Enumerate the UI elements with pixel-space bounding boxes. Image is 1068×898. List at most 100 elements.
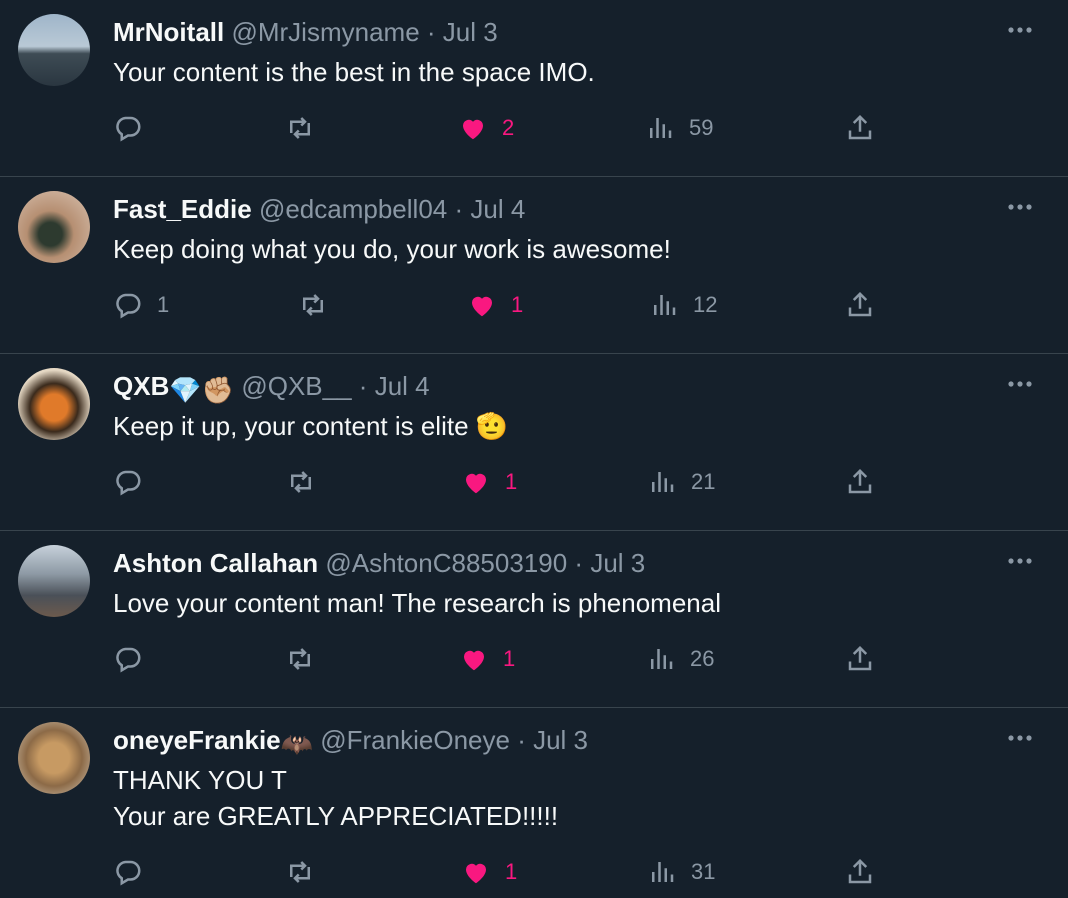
avatar[interactable] bbox=[18, 191, 90, 263]
share-button[interactable] bbox=[845, 852, 875, 892]
views-button[interactable]: 59 bbox=[645, 108, 713, 148]
tweet-header: oneyeFrankie🦇 @FrankieOneye · Jul 3 bbox=[113, 724, 588, 760]
more-options-icon[interactable] bbox=[1006, 551, 1034, 571]
retweet-button[interactable] bbox=[298, 285, 328, 325]
tweet[interactable]: QXB💎✊🏼 @QXB__ · Jul 4 Keep it up, your c… bbox=[0, 354, 1068, 531]
tweet-text: Keep doing what you do, your work is awe… bbox=[113, 231, 671, 267]
reply-icon bbox=[116, 647, 141, 673]
view-count: 59 bbox=[689, 115, 714, 140]
share-icon bbox=[848, 468, 872, 494]
tweet-actions: 2 59 bbox=[113, 108, 888, 148]
heart-filled-icon bbox=[463, 119, 483, 140]
reply-icon bbox=[116, 116, 141, 142]
view-count: 21 bbox=[691, 469, 716, 494]
retweet-icon bbox=[290, 861, 310, 883]
heart-filled-icon bbox=[464, 650, 484, 671]
share-icon bbox=[848, 114, 872, 140]
share-icon bbox=[848, 645, 872, 671]
retweet-button[interactable] bbox=[285, 108, 315, 148]
reply-button[interactable] bbox=[113, 852, 157, 892]
display-name[interactable]: MrNoitall bbox=[113, 17, 224, 47]
display-name[interactable]: Fast_Eddie bbox=[113, 194, 252, 224]
tweet[interactable]: oneyeFrankie🦇 @FrankieOneye · Jul 3 THAN… bbox=[0, 708, 1068, 898]
share-button[interactable] bbox=[845, 639, 875, 679]
share-icon bbox=[848, 291, 872, 317]
retweet-icon bbox=[303, 294, 323, 316]
retweet-button[interactable] bbox=[285, 852, 315, 892]
tweet-text-line: THANK YOU T bbox=[113, 765, 287, 795]
tweet-date[interactable]: Jul 3 bbox=[590, 548, 645, 578]
views-chart-icon bbox=[652, 862, 674, 882]
separator-dot: · bbox=[454, 194, 464, 224]
name-emoji: 🦇 bbox=[280, 729, 314, 759]
like-button[interactable]: 1 bbox=[467, 285, 523, 325]
tweet-text: Love your content man! The research is p… bbox=[113, 585, 721, 621]
reply-button[interactable] bbox=[113, 108, 157, 148]
like-button[interactable]: 1 bbox=[461, 462, 517, 502]
retweet-icon bbox=[290, 117, 310, 139]
name-emoji: 💎✊🏼 bbox=[169, 375, 235, 405]
user-handle[interactable]: @MrJismyname bbox=[231, 17, 419, 47]
like-count: 1 bbox=[503, 646, 516, 671]
tweet[interactable]: MrNoitall @MrJismyname · Jul 3 Your cont… bbox=[0, 0, 1068, 177]
views-button[interactable]: 12 bbox=[649, 285, 717, 325]
like-button[interactable]: 1 bbox=[461, 852, 517, 892]
views-button[interactable]: 31 bbox=[647, 852, 715, 892]
display-name[interactable]: oneyeFrankie bbox=[113, 725, 281, 755]
separator-dot: · bbox=[426, 17, 436, 47]
reply-count: 1 bbox=[157, 292, 170, 317]
more-options-icon[interactable] bbox=[1006, 728, 1034, 748]
heart-filled-icon bbox=[466, 473, 486, 494]
views-chart-icon bbox=[652, 472, 674, 492]
avatar[interactable] bbox=[18, 14, 90, 86]
retweet-icon bbox=[290, 648, 310, 670]
views-button[interactable]: 26 bbox=[646, 639, 714, 679]
reply-button[interactable]: 1 bbox=[113, 285, 169, 325]
more-options-icon[interactable] bbox=[1006, 197, 1034, 217]
reply-button[interactable] bbox=[113, 639, 157, 679]
tweet-actions: 1 21 bbox=[113, 462, 888, 502]
avatar[interactable] bbox=[18, 722, 90, 794]
tweet[interactable]: Ashton Callahan @AshtonC88503190 · Jul 3… bbox=[0, 531, 1068, 708]
separator-dot: · bbox=[358, 371, 368, 401]
display-name[interactable]: Ashton Callahan bbox=[113, 548, 318, 578]
more-options-icon[interactable] bbox=[1006, 374, 1034, 394]
avatar[interactable] bbox=[18, 368, 90, 440]
retweet-button[interactable] bbox=[285, 639, 315, 679]
like-count: 1 bbox=[505, 859, 518, 884]
user-handle[interactable]: @edcampbell04 bbox=[259, 194, 447, 224]
like-button[interactable]: 1 bbox=[459, 639, 515, 679]
tweet-text: Your content is the best in the space IM… bbox=[113, 54, 595, 90]
share-button[interactable] bbox=[845, 462, 875, 502]
avatar[interactable] bbox=[18, 545, 90, 617]
reply-button[interactable] bbox=[113, 462, 157, 502]
tweet-header: QXB💎✊🏼 @QXB__ · Jul 4 bbox=[113, 370, 430, 406]
like-count: 2 bbox=[502, 115, 515, 140]
heart-filled-icon bbox=[466, 863, 486, 884]
tweet-actions: 1 31 bbox=[113, 852, 888, 892]
share-button[interactable] bbox=[845, 108, 875, 148]
share-button[interactable] bbox=[845, 285, 875, 325]
user-handle[interactable]: @QXB__ bbox=[241, 371, 351, 401]
tweet-header: Fast_Eddie @edcampbell04 · Jul 4 bbox=[113, 193, 525, 225]
more-options-icon[interactable] bbox=[1006, 20, 1034, 40]
like-button[interactable]: 2 bbox=[458, 108, 514, 148]
views-button[interactable]: 21 bbox=[647, 462, 715, 502]
views-chart-icon bbox=[654, 295, 676, 315]
tweet-date[interactable]: Jul 3 bbox=[443, 17, 498, 47]
user-handle[interactable]: @FrankieOneye bbox=[320, 725, 510, 755]
separator-dot: · bbox=[574, 548, 584, 578]
retweet-button[interactable] bbox=[286, 462, 316, 502]
tweet[interactable]: Fast_Eddie @edcampbell04 · Jul 4 Keep do… bbox=[0, 177, 1068, 354]
tweet-text: Keep it up, your content is elite 🫡 bbox=[113, 408, 508, 444]
reply-feed: MrNoitall @MrJismyname · Jul 3 Your cont… bbox=[0, 0, 1068, 898]
display-name[interactable]: QXB bbox=[113, 371, 169, 401]
tweet-actions: 1 1 12 bbox=[113, 285, 888, 325]
tweet-date[interactable]: Jul 4 bbox=[470, 194, 525, 224]
user-handle[interactable]: @AshtonC88503190 bbox=[325, 548, 567, 578]
separator-dot: · bbox=[517, 725, 526, 755]
retweet-icon bbox=[291, 471, 311, 493]
tweet-date[interactable]: Jul 3 bbox=[533, 725, 588, 755]
share-icon bbox=[848, 858, 872, 884]
tweet-date[interactable]: Jul 4 bbox=[375, 371, 430, 401]
